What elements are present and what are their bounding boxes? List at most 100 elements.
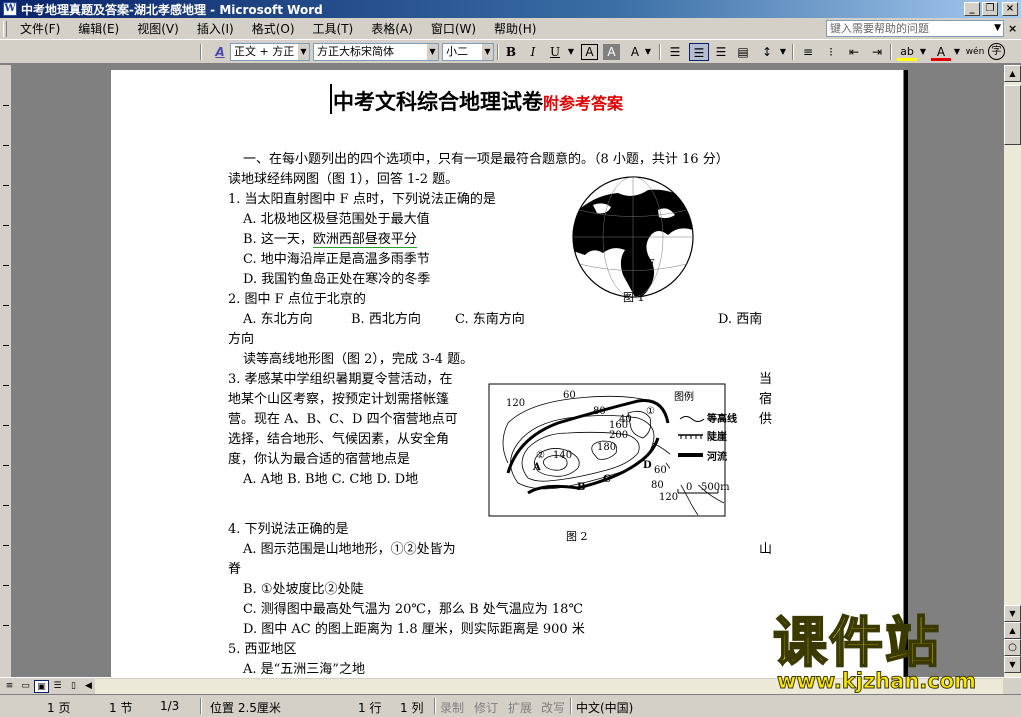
contour-label: 120	[506, 398, 526, 409]
bullets-icon[interactable]: ⁝	[821, 43, 841, 61]
chevron-down-icon[interactable]: ▼	[566, 43, 576, 61]
chevron-down-icon[interactable]: ▼	[778, 43, 788, 61]
chevron-down-icon[interactable]: ▼	[918, 43, 928, 61]
toolbar-separator	[792, 44, 794, 60]
contour-label: 80	[651, 480, 664, 491]
underline-button[interactable]: U	[545, 43, 565, 61]
italic-button[interactable]: I	[523, 43, 543, 61]
font-size-select[interactable]: 小二 ▼	[442, 43, 494, 61]
scroll-left-icon[interactable]: ◀	[81, 680, 96, 693]
font-select[interactable]: 方正大标宋简体 ▼	[313, 43, 439, 61]
contour-label: 160	[609, 420, 629, 431]
scroll-down-icon[interactable]: ▼	[1004, 605, 1021, 622]
menu-window[interactable]: 窗口(W)	[422, 20, 485, 37]
mark-2: ②	[536, 450, 545, 461]
question-5-option-a: A. 是“五洲三海”之地	[243, 662, 365, 677]
document-page[interactable]: 中考文科综合地理试卷附参考答案 一、在每小题列出的四个选项中，只有一项是最符合题…	[111, 70, 903, 677]
phonetic-guide-button[interactable]: wén	[965, 43, 985, 61]
legend-cliff: 陡崖	[707, 432, 727, 443]
status-extend[interactable]: 扩展	[508, 699, 532, 716]
numbering-icon[interactable]: ≡	[798, 43, 818, 61]
maximize-button[interactable]: ❐	[982, 2, 998, 16]
contour-label: 180	[597, 442, 617, 453]
document-area[interactable]: 中考文科综合地理试卷附参考答案 一、在每小题列出的四个选项中，只有一项是最符合题…	[0, 65, 1004, 677]
watermark-url: www.kjzhan.com	[776, 669, 977, 694]
chevron-down-icon[interactable]: ▼	[482, 44, 493, 60]
reading-view-icon[interactable]: ▯	[66, 680, 81, 693]
select-browse-object-icon[interactable]: ○	[1004, 639, 1021, 656]
styles-icon[interactable]: A	[210, 43, 230, 61]
next-page-icon[interactable]: ▼	[1004, 656, 1021, 673]
align-center-icon[interactable]: ☰	[689, 43, 709, 61]
toolbar-separator	[659, 44, 661, 60]
minimize-button[interactable]: _	[964, 2, 980, 16]
menu-insert[interactable]: 插入(I)	[188, 20, 243, 37]
menu-tools[interactable]: 工具(T)	[304, 20, 363, 37]
close-button[interactable]: ×	[1002, 2, 1018, 16]
chevron-down-icon[interactable]: ▼	[427, 44, 438, 60]
web-view-icon[interactable]: ▭	[18, 680, 33, 693]
distributed-icon[interactable]: ▤	[733, 43, 753, 61]
scale-zero: 0	[686, 482, 693, 493]
increase-indent-icon[interactable]: ⇥	[867, 43, 887, 61]
status-overtype[interactable]: 改写	[541, 699, 565, 716]
bold-button[interactable]: B	[501, 43, 521, 61]
chevron-down-icon[interactable]: ▼	[298, 44, 309, 60]
menu-format[interactable]: 格式(O)	[243, 20, 304, 37]
word-app-icon[interactable]: W	[3, 2, 17, 16]
legend-contour: 等高线	[707, 414, 737, 425]
scroll-up-icon[interactable]: ▲	[1004, 65, 1021, 82]
enclose-characters-button[interactable]: 字	[988, 43, 1005, 60]
outline-view-icon[interactable]: ☰	[50, 680, 65, 693]
scroll-thumb[interactable]	[1004, 85, 1021, 145]
mark-1: ①	[646, 406, 655, 417]
contour-label: 80	[593, 406, 606, 417]
question-4-option-c: C. 测得图中最高处气温为 20℃，那么 B 处气温应为 18℃	[243, 602, 583, 617]
question-4-option-a-right: 山	[759, 542, 773, 557]
watermark-logo: 课件站	[772, 611, 941, 674]
decrease-indent-icon[interactable]: ⇤	[844, 43, 864, 61]
menu-table[interactable]: 表格(A)	[362, 20, 422, 37]
character-border-button[interactable]: A	[581, 44, 598, 60]
contour-label: 60	[654, 465, 667, 476]
contour-label: 60	[563, 390, 576, 401]
menu-grip[interactable]	[3, 20, 7, 37]
align-justify-icon[interactable]: ☰	[665, 43, 685, 61]
question-2-option-d: D. 西南	[718, 312, 763, 327]
menu-help[interactable]: 帮助(H)	[485, 20, 545, 37]
title-sub: 附参考答案	[543, 94, 624, 113]
menu-file[interactable]: 文件(F)	[11, 20, 69, 37]
align-right-icon[interactable]: ☰	[711, 43, 731, 61]
character-scale-button[interactable]: A	[625, 43, 645, 61]
line-spacing-icon[interactable]: ↕	[757, 43, 777, 61]
status-page: 1 页	[47, 701, 71, 715]
chevron-down-icon[interactable]: ▼	[952, 43, 962, 61]
question-4-option-a-cont: 脊	[228, 562, 242, 577]
font-color-button[interactable]: A	[931, 43, 951, 61]
normal-view-icon[interactable]: ≡	[2, 680, 17, 693]
previous-page-icon[interactable]: ▲	[1004, 622, 1021, 639]
status-track-changes[interactable]: 修订	[474, 699, 498, 716]
chevron-down-icon[interactable]: ▼	[994, 21, 1001, 36]
question-4-option-a: A. 图示范围是山地地形，①②处皆为	[243, 542, 456, 557]
menu-view[interactable]: 视图(V)	[128, 20, 188, 37]
figure-1-point-f: F	[647, 257, 655, 270]
text-cursor	[330, 84, 332, 114]
vertical-scrollbar[interactable]: ▲ ▼ ▲ ○ ▼	[1004, 65, 1021, 677]
point-b: B	[577, 482, 586, 493]
title-bar: W 中考地理真题及答案-湖北孝感地理 - Microsoft Word _ ❐ …	[0, 0, 1021, 18]
style-select[interactable]: 正文 + 方正 ▼	[230, 43, 310, 61]
chevron-down-icon[interactable]: ▼	[643, 43, 653, 61]
highlight-button[interactable]: ab	[897, 43, 917, 61]
status-record[interactable]: 录制	[440, 699, 464, 716]
help-search-input[interactable]: 键入需要帮助的问题 ▼	[826, 20, 1004, 37]
question-3-right-2: 宿	[759, 392, 773, 407]
reading-instruction-1: 读地球经纬网图（图 1），回答 1-2 题。	[228, 172, 459, 187]
print-layout-icon[interactable]: ▣	[34, 680, 49, 693]
document-close-button[interactable]: ×	[1008, 22, 1017, 35]
toolbar-separator	[200, 44, 202, 60]
menu-edit[interactable]: 编辑(E)	[69, 20, 128, 37]
font-value: 方正大标宋简体	[317, 45, 394, 58]
question-3-line-1: 3. 孝感某中学组织暑期夏令营活动，在	[228, 372, 453, 387]
character-shading-button[interactable]: A	[603, 44, 620, 60]
